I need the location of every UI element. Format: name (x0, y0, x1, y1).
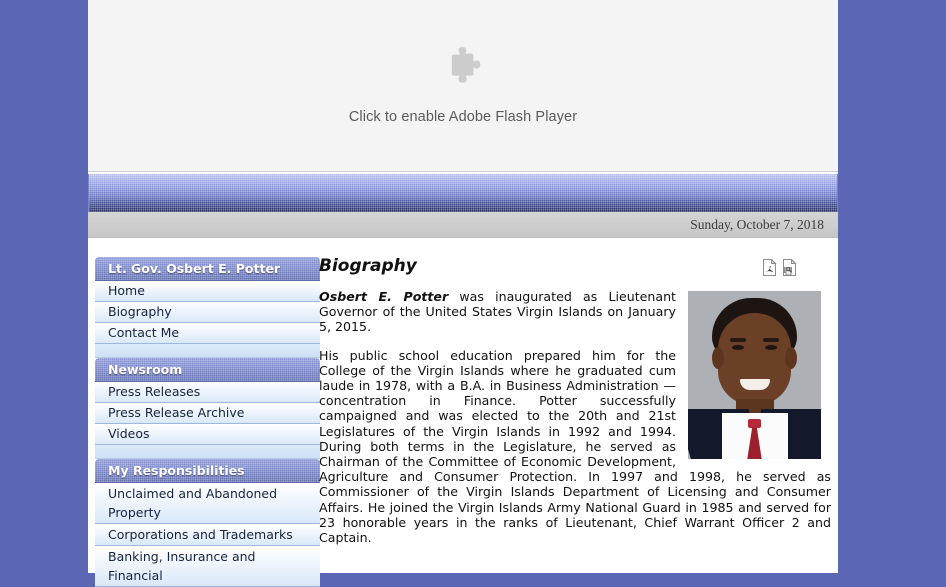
sidebar-section: Lt. Gov. Osbert E. Potter Home Biography Co… (95, 257, 320, 344)
content-header: Biography (319, 254, 831, 284)
body-area: Lt. Gov. Osbert E. Potter Home Biography Co… (88, 240, 838, 587)
biography-article: Osbert E. Potter was inaugurated as Lieu… (319, 289, 831, 545)
sidebar-item-press-releases[interactable]: Press Releases (95, 382, 320, 403)
sidebar-section-header: Newsroom (95, 358, 320, 382)
document-actions (762, 258, 797, 276)
banner-gradient-strip (88, 174, 838, 212)
flash-player-placeholder[interactable]: Click to enable Adobe Flash Player (88, 0, 838, 172)
sidebar-navigation: Lt. Gov. Osbert E. Potter Home Biography Co… (95, 257, 320, 587)
pdf-icon[interactable] (762, 258, 777, 276)
sidebar-item-corporations-and-trademarks[interactable]: Corporations and Trademarks (95, 524, 320, 546)
lead-name: Osbert E. Potter (319, 289, 449, 304)
current-date: Sunday, October 7, 2018 (690, 216, 824, 232)
sidebar-item-home[interactable]: Home (95, 281, 320, 302)
puzzle-piece-icon (441, 46, 485, 95)
sidebar-section-header: Lt. Gov. Osbert E. Potter (95, 257, 320, 281)
sidebar-item-unclaimed-and-abandoned-property[interactable]: Unclaimed and Abandoned Property (95, 483, 320, 524)
sidebar-item-banking-insurance-and-financial[interactable]: Banking, Insurance and Financial (95, 546, 320, 587)
sidebar-section-header: My Responsibilities (95, 459, 320, 483)
sidebar-section: My Responsibilities Unclaimed and Abandon… (95, 459, 320, 587)
sidebar-item-contact-me[interactable]: Contact Me (95, 323, 320, 344)
date-bar: Sunday, October 7, 2018 (88, 212, 838, 238)
sidebar-section-divider (95, 445, 320, 459)
portrait-photo (688, 291, 821, 459)
flash-placeholder-label: Click to enable Adobe Flash Player (348, 108, 578, 125)
sidebar-item-videos[interactable]: Videos (95, 424, 320, 445)
main-content: Biography Osbert E. Potter was inaugurat… (319, 254, 831, 545)
print-preview-icon[interactable] (782, 258, 797, 276)
sidebar-section: Newsroom Press Releases Press Release Arch… (95, 358, 320, 445)
sidebar-item-biography[interactable]: Biography (95, 302, 320, 323)
sidebar-item-press-release-archive[interactable]: Press Release Archive (95, 403, 320, 424)
page-container: Click to enable Adobe Flash Player Sunda… (88, 0, 838, 587)
sidebar-section-divider (95, 344, 320, 358)
page-title: Biography (319, 256, 417, 276)
